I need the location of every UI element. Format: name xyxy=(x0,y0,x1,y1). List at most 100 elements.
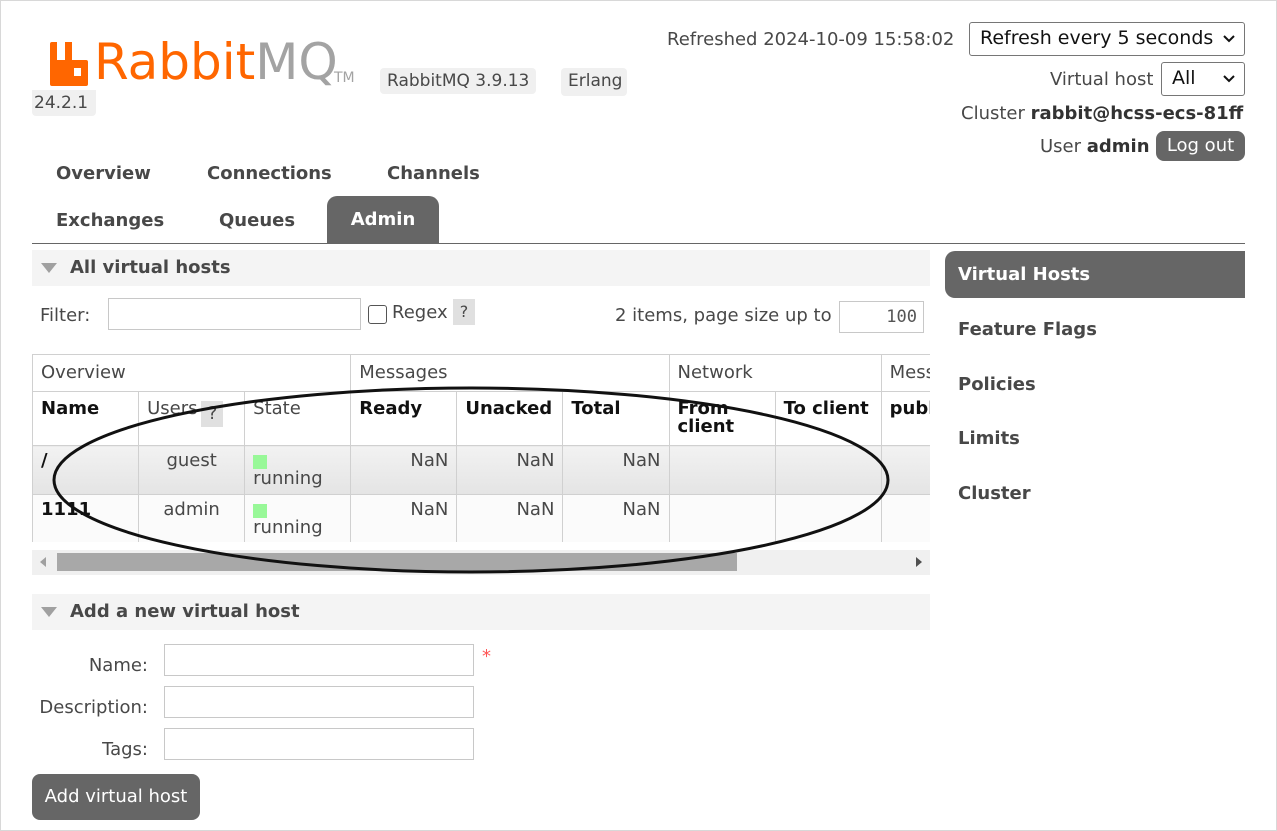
erlang-label: Erlang xyxy=(568,71,623,91)
sidebar-item-cluster[interactable]: Cluster xyxy=(958,483,1031,505)
vhost-to-client xyxy=(774,494,882,542)
tab-channels[interactable]: Channels xyxy=(387,163,480,185)
tab-admin[interactable]: Admin xyxy=(327,196,439,244)
page-size-input[interactable]: 100 xyxy=(839,301,924,333)
col-to-client[interactable]: To client xyxy=(774,391,882,446)
vhost-publish xyxy=(880,445,930,495)
tab-overview[interactable]: Overview xyxy=(56,163,151,185)
cluster-name: rabbit@hcss-ecs-81ff xyxy=(1030,103,1244,124)
running-status-icon xyxy=(253,455,268,469)
vhost-unacked: NaN xyxy=(456,494,564,542)
virtual-host-value: All xyxy=(1172,67,1196,89)
sidebar-item-policies[interactable]: Policies xyxy=(958,374,1036,396)
regex-checkbox[interactable] xyxy=(368,305,387,324)
vhost-to-client xyxy=(774,445,882,495)
col-users[interactable]: Users? xyxy=(138,391,246,446)
logout-button[interactable]: Log out xyxy=(1156,131,1245,161)
add-virtual-host-button[interactable]: Add virtual host xyxy=(32,774,200,820)
col-from-client[interactable]: From client xyxy=(668,391,776,446)
vhost-from-client xyxy=(668,494,776,542)
refresh-interval-value: Refresh every 5 seconds xyxy=(980,27,1214,49)
regex-label: Regex xyxy=(392,302,448,323)
col-state[interactable]: State xyxy=(244,391,352,446)
chevron-down-icon xyxy=(1223,35,1235,43)
col-name[interactable]: Name xyxy=(32,391,140,446)
filter-input[interactable] xyxy=(108,298,361,330)
regex-help-button[interactable]: ? xyxy=(453,299,475,325)
items-count: 2 items, page size up to xyxy=(615,305,832,326)
running-status-icon xyxy=(253,504,268,518)
vhost-ready: NaN xyxy=(350,494,458,542)
col-unacked[interactable]: Unacked xyxy=(456,391,564,446)
scroll-right-arrow-icon[interactable] xyxy=(916,557,922,567)
vhost-publish xyxy=(880,494,930,542)
all-virtual-hosts-header[interactable]: All virtual hosts xyxy=(32,250,930,286)
scrollbar-thumb[interactable] xyxy=(57,553,737,571)
tab-exchanges[interactable]: Exchanges xyxy=(56,210,164,232)
group-overview: Overview xyxy=(32,354,352,392)
cluster-info: Cluster rabbit@hcss-ecs-81ff xyxy=(961,103,1243,125)
logo-trademark: TM xyxy=(334,70,355,86)
scroll-left-arrow-icon[interactable] xyxy=(40,557,46,567)
vhost-users: admin xyxy=(138,494,246,542)
col-users-label: Users xyxy=(147,398,198,419)
add-virtual-host-header[interactable]: Add a new virtual host xyxy=(32,594,930,630)
vhost-name-link[interactable]: / xyxy=(32,445,140,495)
virtual-host-select[interactable]: All xyxy=(1161,62,1245,96)
sidebar-item-virtual-hosts[interactable]: Virtual Hosts xyxy=(945,251,1245,298)
col-total[interactable]: Total xyxy=(562,391,670,446)
vhost-state-label: running xyxy=(253,468,323,489)
vhost-name-link[interactable]: 1111 xyxy=(32,494,140,542)
table-row[interactable]: / guest running NaN NaN NaN xyxy=(32,445,930,495)
table-row[interactable]: 1111 admin running NaN NaN NaN xyxy=(32,494,930,542)
collapse-triangle-icon xyxy=(41,263,57,273)
chevron-down-icon xyxy=(1223,75,1235,83)
tab-connections[interactable]: Connections xyxy=(207,163,332,185)
all-virtual-hosts-title: All virtual hosts xyxy=(70,257,231,278)
vhost-total: NaN xyxy=(562,445,670,495)
col-ready[interactable]: Ready xyxy=(350,391,458,446)
rabbit-logo-icon xyxy=(50,42,88,86)
vhost-state: running xyxy=(244,494,352,542)
vhost-state-label: running xyxy=(253,517,323,538)
tab-divider xyxy=(32,243,1245,244)
tags-label: Tags: xyxy=(102,739,148,760)
vhost-users: guest xyxy=(138,445,246,495)
virtual-hosts-table: Overview Messages Network Mess Name User… xyxy=(32,354,930,542)
refreshed-timestamp: Refreshed 2024-10-09 15:58:02 xyxy=(667,29,955,50)
erlang-badge: Erlang xyxy=(561,68,627,96)
user-label: User xyxy=(1040,136,1082,157)
tab-queues[interactable]: Queues xyxy=(219,210,295,232)
erlang-version: 24.2.1 xyxy=(32,90,96,116)
vhost-from-client xyxy=(668,445,776,495)
group-network: Network xyxy=(668,354,882,392)
group-messages: Messages xyxy=(350,354,670,392)
user-info: User admin xyxy=(1040,136,1150,158)
vhost-description-input[interactable] xyxy=(164,686,474,718)
col-publish[interactable]: publi xyxy=(880,391,930,446)
virtual-host-label: Virtual host xyxy=(1050,69,1154,90)
user-name: admin xyxy=(1086,136,1150,157)
logo-rabbit: Rabbit xyxy=(94,33,256,91)
logo-mq: MQ xyxy=(255,33,338,91)
vhost-tags-input[interactable] xyxy=(164,728,474,760)
version-badge: RabbitMQ 3.9.13 xyxy=(380,68,537,94)
vhost-total: NaN xyxy=(562,494,670,542)
collapse-triangle-icon xyxy=(41,607,57,617)
sidebar-item-limits[interactable]: Limits xyxy=(958,428,1020,450)
name-label: Name: xyxy=(88,655,148,676)
table-horizontal-scrollbar[interactable] xyxy=(32,550,930,575)
vhost-state: running xyxy=(244,445,352,495)
required-marker: * xyxy=(482,646,491,667)
logo-text: RabbitMQ xyxy=(94,32,338,92)
users-help-button[interactable]: ? xyxy=(201,401,224,427)
refresh-interval-select[interactable]: Refresh every 5 seconds xyxy=(969,22,1245,56)
vhost-ready: NaN xyxy=(350,445,458,495)
sidebar-item-feature-flags[interactable]: Feature Flags xyxy=(958,319,1097,341)
description-label: Description: xyxy=(39,697,148,718)
add-virtual-host-title: Add a new virtual host xyxy=(70,601,300,622)
group-message-rates: Mess xyxy=(880,354,930,392)
vhost-name-input[interactable] xyxy=(164,644,474,676)
filter-label: Filter: xyxy=(40,305,91,326)
vhost-unacked: NaN xyxy=(456,445,564,495)
